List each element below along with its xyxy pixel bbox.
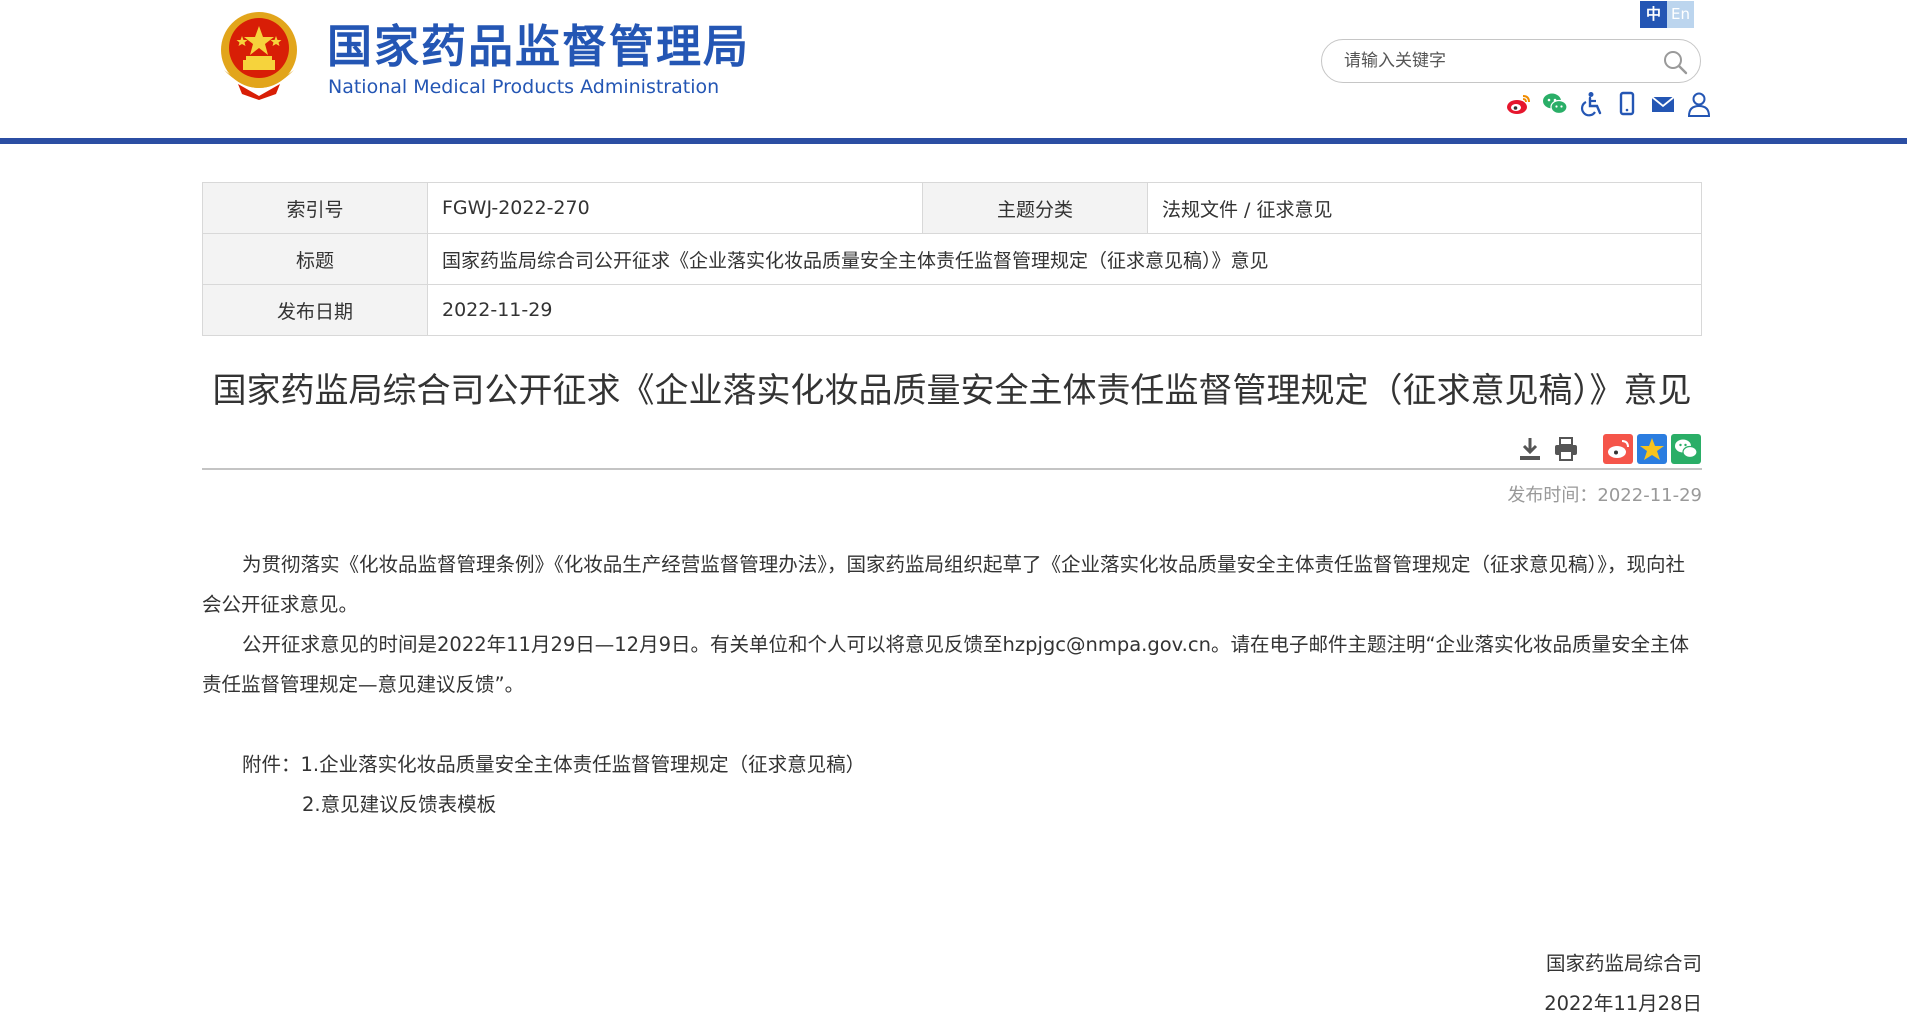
category-label: 主题分类 (922, 182, 1148, 234)
weibo-icon[interactable] (1505, 90, 1533, 118)
header-tools (1505, 90, 1713, 118)
mobile-icon[interactable] (1613, 90, 1641, 118)
body-paragraph: 公开征求意见的时间是2022年11月29日—12月9日。有关单位和个人可以将意见… (202, 633, 1690, 696)
share-weibo-icon[interactable] (1603, 434, 1633, 464)
search-input[interactable] (1344, 49, 1644, 73)
search-box (1321, 39, 1701, 83)
publish-time: 发布时间：2022-11-29 (1507, 485, 1702, 506)
accessibility-icon[interactable] (1577, 90, 1605, 118)
index-value: FGWJ-2022-270 (427, 182, 923, 234)
language-switch: 中 En (1640, 1, 1694, 28)
signature-org: 国家药监局综合司 (1545, 952, 1702, 975)
title-value: 国家药监局综合司公开征求《企业落实化妆品质量安全主体责任监督管理规定（征求意见稿… (427, 233, 1702, 285)
print-icon[interactable] (1551, 434, 1581, 464)
attachment-link[interactable]: 2.意见建议反馈表模板 (302, 793, 496, 816)
user-icon[interactable] (1685, 90, 1713, 118)
article-body: 为贯彻落实《化妆品监督管理条例》《化妆品生产经营监督管理办法》，国家药监局组织起… (202, 545, 1702, 705)
article-title: 国家药监局综合司公开征求《企业落实化妆品质量安全主体责任监督管理规定（征求意见稿… (212, 371, 1692, 411)
title-divider (202, 468, 1702, 470)
signature-date: 2022年11月28日 (1544, 992, 1702, 1015)
attachments: 附件：1.企业落实化妆品质量安全主体责任监督管理规定（征求意见稿） 2.意见建议… (242, 745, 865, 825)
category-value: 法规文件 / 征求意见 (1147, 182, 1702, 234)
table-row: 索引号 FGWJ-2022-270 主题分类 法规文件 / 征求意见 (202, 182, 1702, 234)
date-label: 发布日期 (202, 284, 428, 336)
table-row: 标题 国家药监局综合司公开征求《企业落实化妆品质量安全主体责任监督管理规定（征求… (202, 233, 1702, 285)
title-label: 标题 (202, 233, 428, 285)
lang-english-button[interactable]: En (1667, 1, 1694, 28)
article-actions (1515, 434, 1701, 464)
site-name-cn[interactable]: 国家药品监督管理局 (327, 20, 750, 74)
attachment-link[interactable]: 1.企业落实化妆品质量安全主体责任监督管理规定（征求意见稿） (301, 753, 866, 776)
signature: 国家药监局综合司 2022年11月28日 (1352, 944, 1702, 1024)
site-name-en[interactable]: National Medical Products Administration (328, 76, 719, 98)
download-icon[interactable] (1515, 434, 1545, 464)
table-row: 发布日期 2022-11-29 (202, 284, 1702, 336)
attachment-label: 附件： (242, 753, 301, 776)
body-paragraph: 为贯彻落实《化妆品监督管理条例》《化妆品生产经营监督管理办法》，国家药监局组织起… (202, 553, 1686, 616)
share-wechat-icon[interactable] (1671, 434, 1701, 464)
lang-chinese-button[interactable]: 中 (1640, 1, 1667, 28)
site-header: 国家药品监督管理局 National Medical Products Admi… (0, 0, 1907, 138)
search-icon[interactable] (1662, 49, 1688, 75)
share-qzone-icon[interactable] (1637, 434, 1667, 464)
wechat-icon[interactable] (1541, 90, 1569, 118)
national-emblem-logo[interactable] (216, 10, 302, 102)
header-divider-bar (0, 138, 1907, 144)
index-label: 索引号 (202, 182, 428, 234)
mail-icon[interactable] (1649, 90, 1677, 118)
article-metadata-table: 索引号 FGWJ-2022-270 主题分类 法规文件 / 征求意见 标题 国家… (202, 182, 1702, 336)
date-value: 2022-11-29 (427, 284, 1702, 336)
